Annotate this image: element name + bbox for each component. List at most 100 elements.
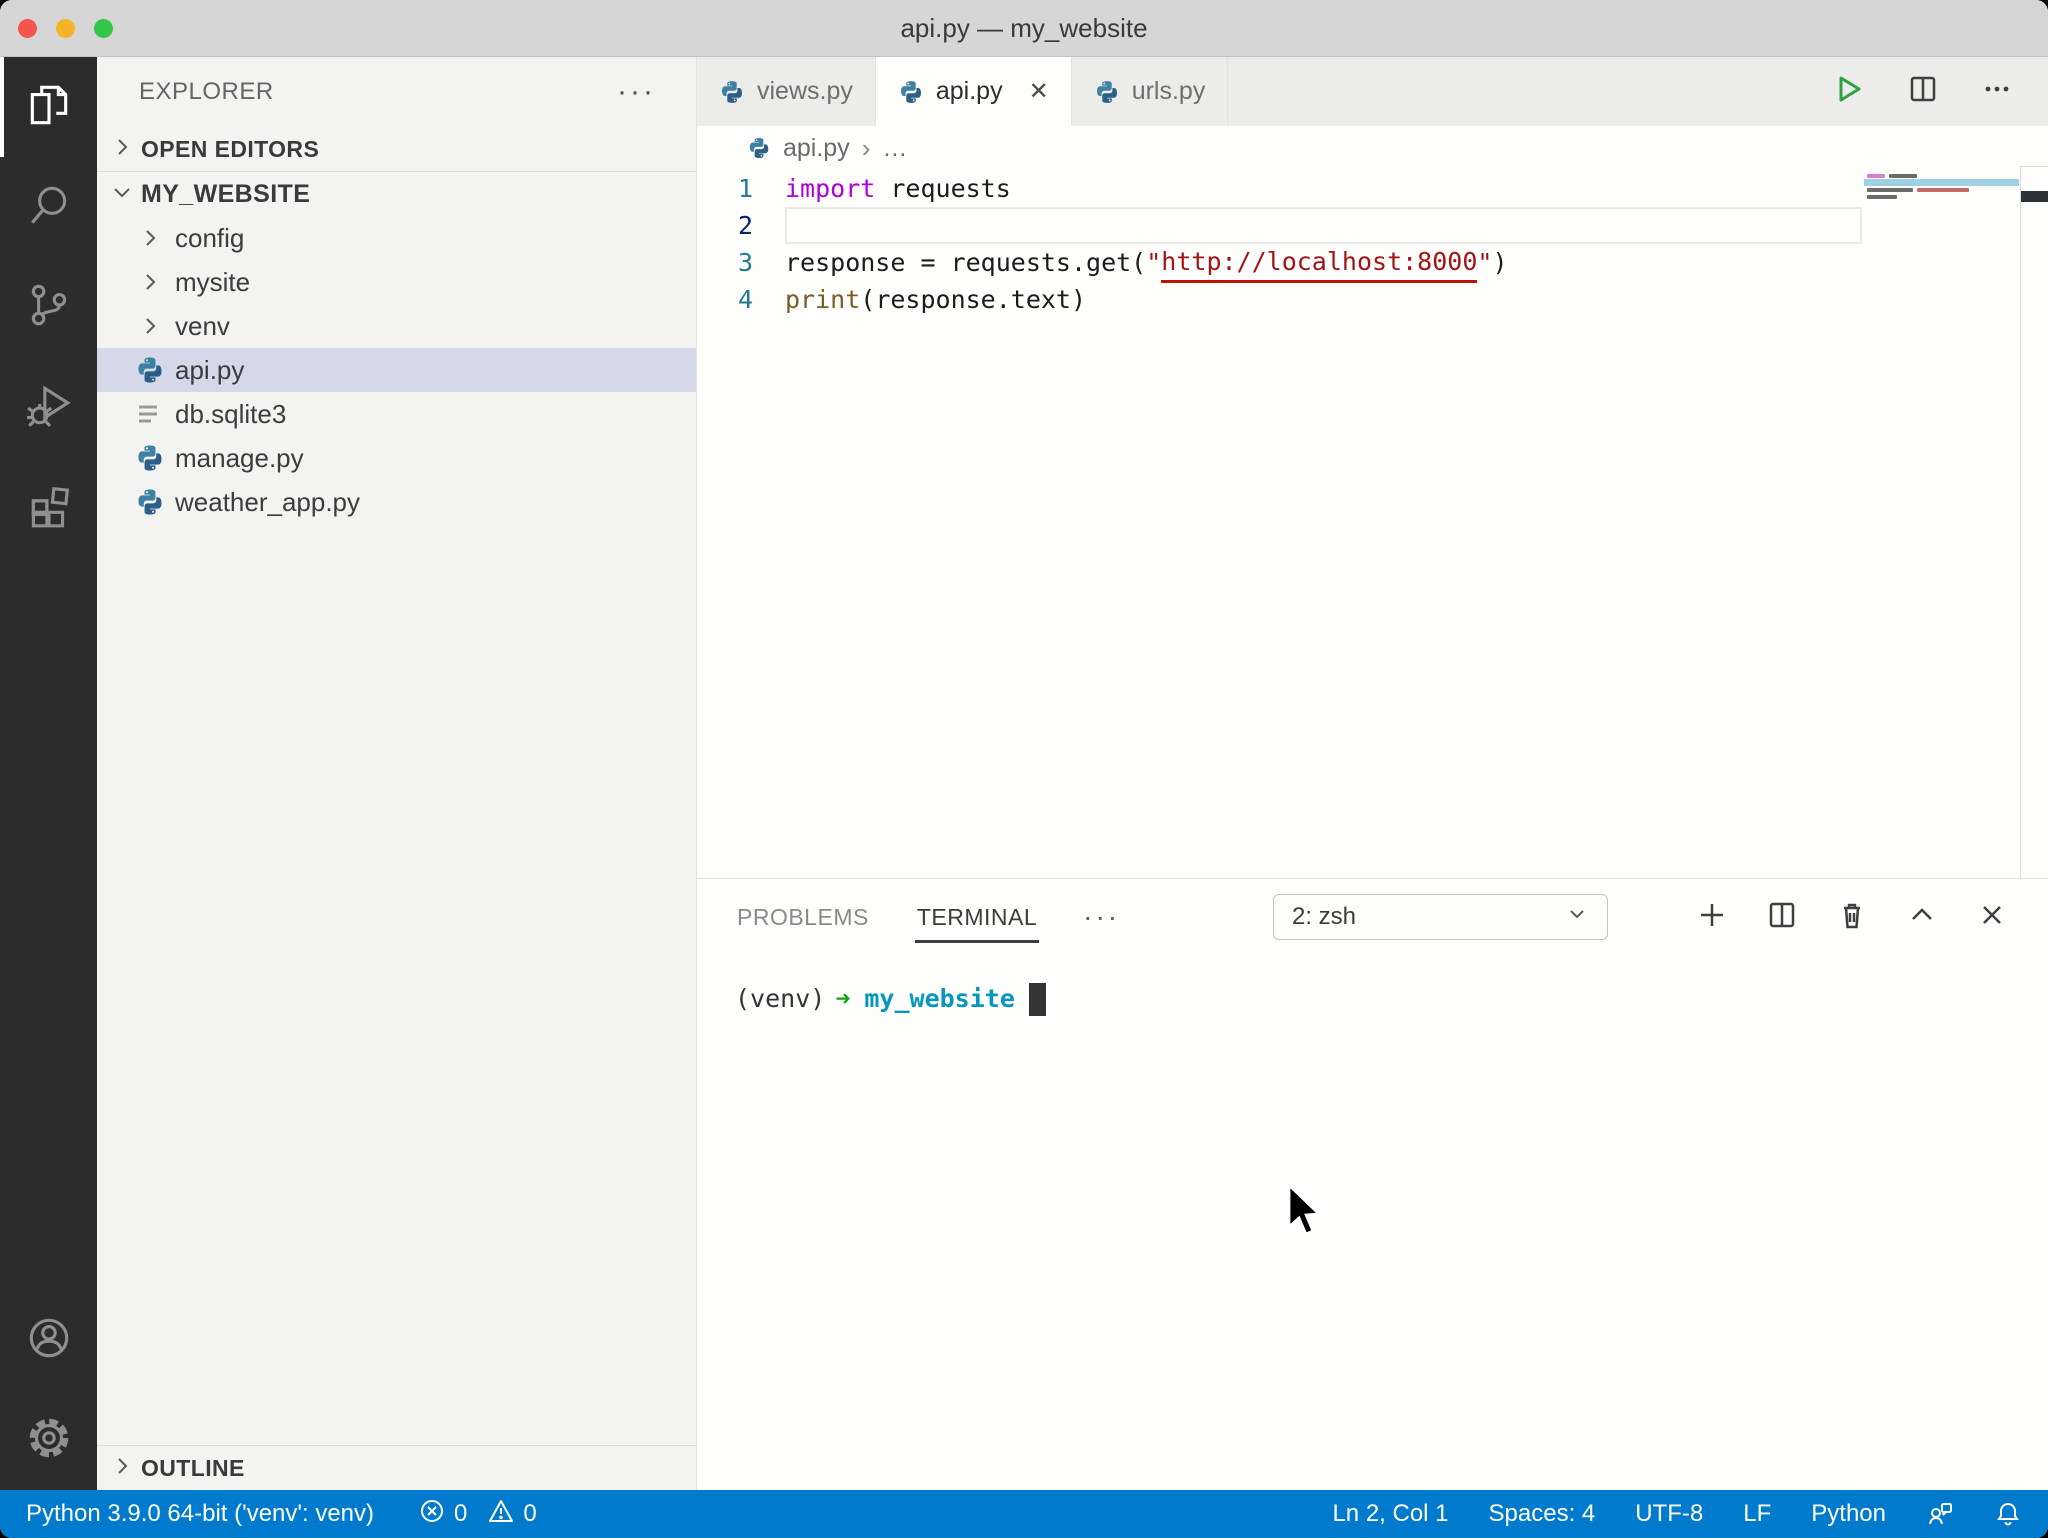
outline-section[interactable]: OUTLINE [97, 1446, 696, 1490]
feedback-icon[interactable] [1926, 1500, 1954, 1528]
tab-urls-py[interactable]: urls.py [1071, 57, 1229, 126]
close-tab-icon[interactable]: ✕ [1029, 77, 1049, 106]
code-line-2-current[interactable]: 2 [697, 207, 1862, 244]
open-editors-section[interactable]: OPEN EDITORS [97, 127, 696, 171]
minimize-window-button[interactable] [56, 18, 75, 38]
python-file-icon [135, 355, 165, 385]
tab-terminal[interactable]: TERMINAL [914, 890, 1040, 945]
error-count: 0 [454, 1500, 468, 1527]
python-file-icon [1094, 79, 1120, 105]
warning-count: 0 [523, 1500, 537, 1527]
token-text: response = requests.get( [785, 248, 1147, 277]
sidebar-item-search[interactable] [0, 157, 97, 257]
code-line-4[interactable]: 4 print (response.text) [697, 281, 1862, 318]
token-keyword: import [785, 174, 876, 203]
traffic-lights [18, 0, 113, 56]
settings-button[interactable] [0, 1390, 97, 1490]
kill-terminal-icon[interactable] [1836, 899, 1868, 936]
python-file-icon [719, 79, 745, 105]
tree-item-label: db.sqlite3 [175, 398, 287, 429]
accounts-button[interactable] [0, 1290, 97, 1390]
outline-label: OUTLINE [141, 1454, 245, 1481]
tab-label: views.py [757, 77, 853, 105]
close-window-button[interactable] [18, 18, 37, 38]
tree-item-api-py[interactable]: api.py [97, 348, 696, 392]
code-area[interactable]: 1 import requests 2 3 response = request… [697, 170, 1862, 318]
new-terminal-icon[interactable] [1696, 899, 1728, 936]
status-problems[interactable]: 0 0 [418, 1497, 537, 1532]
sidebar-item-run-debug[interactable] [0, 357, 97, 457]
breadcrumb[interactable]: api.py › … [697, 126, 2048, 170]
panel-more-icon[interactable]: ··· [1083, 901, 1120, 933]
file-icon [135, 399, 165, 429]
token-text: requests [875, 174, 1011, 203]
extensions-icon [24, 480, 74, 535]
python-file-icon [898, 79, 924, 105]
code-line-3[interactable]: 3 response = requests.get(" http://localh… [697, 244, 1862, 283]
tree-item-label: venv [175, 310, 230, 341]
line-number: 4 [737, 285, 753, 314]
bottom-panel: PROBLEMS TERMINAL ··· 2: zsh (venv) ➜ my… [697, 878, 2048, 1490]
terminal-venv-prefix: (venv) [735, 984, 826, 1013]
sidebar-item-extensions[interactable] [0, 457, 97, 557]
token-string: " [1146, 248, 1162, 277]
explorer-more-actions-icon[interactable]: ··· [617, 77, 656, 107]
overview-ruler-cursor-marker [2021, 191, 2048, 202]
tab-api-py[interactable]: api.py ✕ [875, 57, 1072, 126]
tree-item-mysite[interactable]: mysite [97, 260, 696, 304]
status-indentation[interactable]: Spaces: 4 [1489, 1500, 1596, 1528]
shell-select-value: 2: zsh [1292, 903, 1357, 930]
workspace-root[interactable]: MY_WEBSITE [97, 172, 696, 216]
status-eol[interactable]: LF [1743, 1500, 1771, 1528]
files-icon [24, 80, 74, 135]
chevron-right-icon [135, 267, 165, 297]
line-number: 1 [737, 174, 753, 203]
tree-item-label: manage.py [175, 442, 304, 473]
sidebar-item-source-control[interactable] [0, 257, 97, 357]
token-builtin: print [785, 285, 861, 314]
status-cursor-position[interactable]: Ln 2, Col 1 [1332, 1500, 1448, 1528]
code-line-1[interactable]: 1 import requests [697, 170, 1862, 207]
tab-views-py[interactable]: views.py [697, 57, 876, 126]
error-icon [418, 1497, 446, 1532]
notifications-bell-icon[interactable] [1994, 1500, 2022, 1528]
terminal-cursor [1028, 982, 1046, 1016]
split-editor-icon[interactable] [1906, 72, 1940, 111]
status-bar: Python 3.9.0 64-bit ('venv': venv) 0 0 L… [0, 1490, 2048, 1538]
code-editor[interactable]: api.py › … 1 import requests 2 3 respons… [697, 126, 2048, 878]
terminal-cwd: my_website [864, 984, 1015, 1013]
breadcrumb-file[interactable]: api.py [783, 134, 850, 163]
tab-problems[interactable]: PROBLEMS [735, 890, 871, 945]
tree-item-weather-app-py[interactable]: weather_app.py [97, 480, 696, 524]
minimap-current-line [1864, 179, 2019, 186]
run-python-file-button[interactable] [1832, 72, 1866, 111]
overview-ruler[interactable] [2020, 166, 2048, 878]
terminal-output[interactable]: (venv) ➜ my_website [697, 955, 2048, 1490]
terminal-prompt-arrow: ➜ [835, 984, 851, 1013]
account-icon [24, 1313, 74, 1368]
maximize-panel-icon[interactable] [1906, 899, 1938, 936]
status-python-interpreter[interactable]: Python 3.9.0 64-bit ('venv': venv) [26, 1500, 374, 1528]
gear-icon [24, 1413, 74, 1468]
more-actions-icon[interactable] [1980, 72, 2014, 111]
split-terminal-icon[interactable] [1766, 899, 1798, 936]
file-tree: config mysite venv api.py db.sqlite3 man… [97, 216, 696, 524]
terminal-shell-select[interactable]: 2: zsh [1273, 894, 1608, 940]
tree-item-manage-py[interactable]: manage.py [97, 436, 696, 480]
token-text: ) [1492, 248, 1508, 277]
tree-item-label: weather_app.py [175, 486, 361, 517]
zoom-window-button[interactable] [94, 18, 113, 38]
minimap[interactable] [1864, 172, 2019, 200]
tree-item-venv[interactable]: venv [97, 304, 696, 348]
sidebar-item-explorer[interactable] [0, 57, 97, 157]
chevron-right-icon [111, 1455, 133, 1482]
python-file-icon [135, 487, 165, 517]
status-encoding[interactable]: UTF-8 [1635, 1500, 1703, 1528]
status-language-mode[interactable]: Python [1811, 1500, 1886, 1528]
breadcrumb-symbol[interactable]: … [882, 134, 907, 163]
chevron-down-icon [1565, 902, 1589, 933]
close-panel-icon[interactable] [1976, 899, 2008, 936]
tree-item-config[interactable]: config [97, 216, 696, 260]
tree-item-db-sqlite3[interactable]: db.sqlite3 [97, 392, 696, 436]
chevron-right-icon [135, 223, 165, 253]
